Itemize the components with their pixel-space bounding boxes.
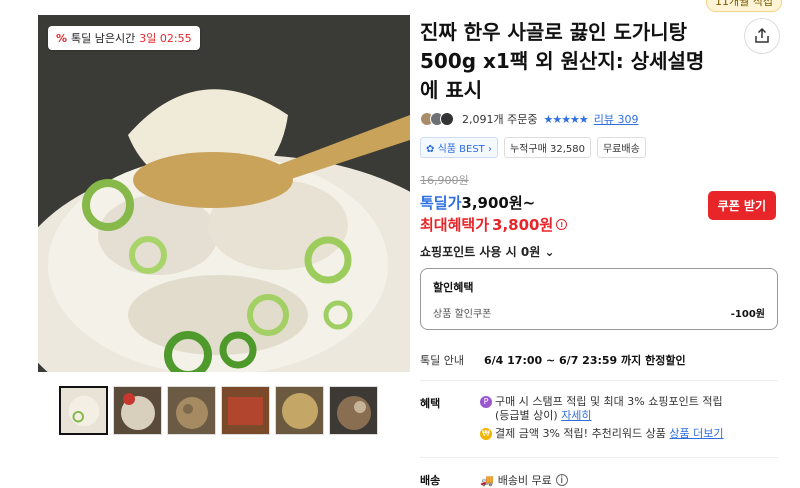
points-label: 쇼핑포인트 사용 시 0원	[420, 245, 541, 259]
share-button[interactable]	[744, 18, 780, 54]
tag-cumulative: 누적구매 32,580	[503, 137, 591, 158]
coupon-button[interactable]: 쿠폰 받기	[707, 191, 776, 220]
truck-icon: 🚚	[480, 473, 494, 487]
talk-deal-value: 3,900원~	[461, 194, 536, 212]
original-price: 16,900원	[420, 174, 469, 187]
shipping-label: 배송	[420, 474, 441, 487]
max-benefit-value: 3,800원	[492, 216, 554, 234]
max-benefit-label: 최대혜택가	[420, 216, 490, 234]
deal-label: 톡딜 안내	[420, 354, 464, 367]
talk-deal-label: 톡딜가	[420, 194, 462, 212]
benefit-line-1b: (등급별 상이)	[495, 409, 558, 422]
details-link[interactable]: 자세히	[561, 409, 591, 422]
share-icon	[755, 28, 769, 43]
benefit-label: 혜택	[420, 397, 441, 410]
top-badge: 11개월 직접	[706, 0, 782, 12]
discount-row: 상품 할인쿠폰 -100원	[433, 305, 765, 320]
dogani-soup-photo	[38, 15, 410, 372]
discount-amount: -100원	[730, 309, 765, 320]
thumbnail-2[interactable]	[113, 386, 162, 435]
main-product-image[interactable]: % 톡딜 남은시간 3일 02:55	[38, 15, 410, 372]
benefit-section: 혜택 P 구매 시 스탬프 적립 및 최대 3% 쇼핑포인트 적립 (등급별 상이…	[420, 395, 780, 445]
product-title: 진짜 한우 사골로 끓인 도가니탕 500g x1팩 외 원산지: 상세설명에 …	[420, 20, 705, 102]
thumbnail-1[interactable]	[59, 386, 108, 435]
deal-timer: % 톡딜 남은시간 3일 02:55	[48, 26, 200, 50]
product-meta: 2,091개 주문중 ★★★★★ 리뷰 309	[420, 111, 780, 127]
tag-best-icon: ✿	[426, 144, 435, 155]
discount-box: 할인혜택 상품 할인쿠폰 -100원	[420, 268, 778, 330]
more-products-link[interactable]: 상품 더보기	[669, 427, 723, 440]
buyer-avatars	[420, 112, 454, 126]
review-link[interactable]: 리뷰 309	[594, 111, 639, 127]
order-count: 2,091개 주문중	[462, 113, 538, 126]
shipping-section: 배송 🚚 배송비 무료 i	[420, 472, 780, 488]
rating-stars: ★★★★★	[543, 112, 588, 126]
benefit-line-1: P 구매 시 스탬프 적립 및 최대 3% 쇼핑포인트 적립 (등급별 상이) 자…	[480, 395, 724, 423]
points-dropdown[interactable]: 쇼핑포인트 사용 시 0원 ⌄	[420, 243, 780, 260]
thumbnail-3[interactable]	[167, 386, 216, 435]
discount-item: 상품 할인쿠폰	[433, 309, 492, 320]
thumbnail-4[interactable]	[221, 386, 270, 435]
percent-icon: %	[56, 31, 68, 45]
deal-value: 6/4 17:00 ~ 6/7 23:59 까지 한정할인	[483, 354, 686, 367]
thumbnail-strip	[59, 386, 410, 435]
info-circle-icon[interactable]: i	[555, 474, 568, 486]
thumbnail-5[interactable]	[275, 386, 324, 435]
chevron-down-icon: ⌄	[544, 245, 555, 259]
tag-food-best[interactable]: ✿ 식품 BEST ›	[420, 137, 498, 158]
info-icon[interactable]: !	[556, 219, 568, 230]
divider	[420, 380, 778, 381]
product-tags: ✿ 식품 BEST › 누적구매 32,580 무료배송	[420, 137, 780, 158]
timer-value: 3일 02:55	[139, 32, 192, 45]
timer-label: 톡딜 남은시간	[71, 32, 136, 45]
product-info: 11개월 직접 진짜 한우 사골로 끓인 도가니탕 500g x1팩 외 원산지…	[420, 0, 782, 488]
tag-free-shipping: 무료배송	[596, 137, 646, 158]
shipping-value: 배송비 무료	[497, 474, 552, 487]
benefit-line-2: ₩ 결제 금액 3% 적립! 추천리워드 상품 상품 더보기	[480, 427, 724, 441]
reward-icon: ₩	[480, 428, 492, 440]
deal-info: 톡딜 안내 6/4 17:00 ~ 6/7 23:59 까지 한정할인	[420, 352, 780, 368]
thumbnail-6[interactable]	[329, 386, 378, 435]
divider-2	[420, 457, 778, 458]
product-gallery: % 톡딜 남은시간 3일 02:55	[38, 15, 410, 435]
point-icon: P	[480, 396, 492, 408]
discount-heading: 할인혜택	[433, 281, 474, 294]
